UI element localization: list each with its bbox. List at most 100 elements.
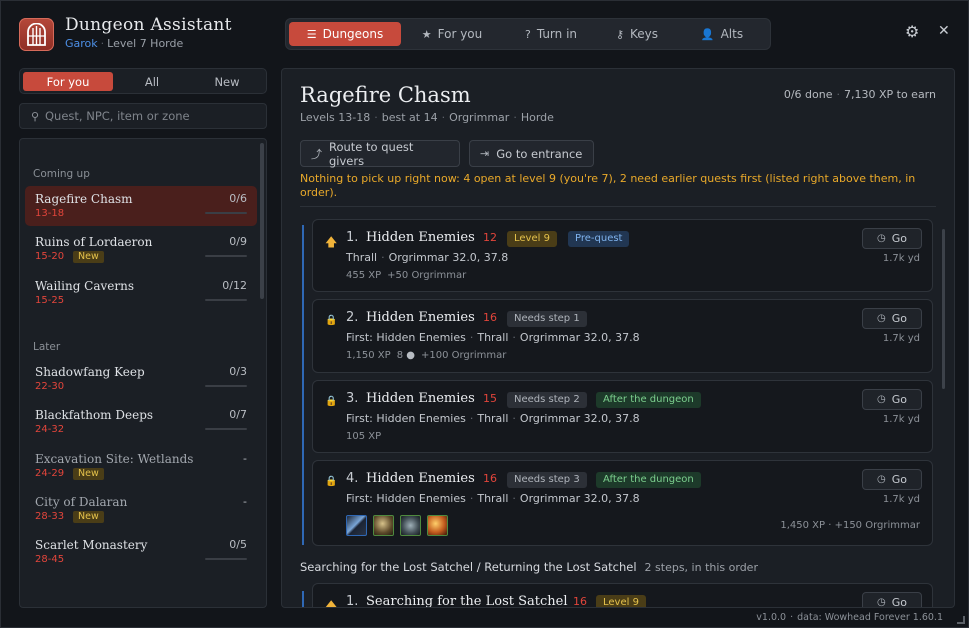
clock-icon: ◷ xyxy=(877,313,886,324)
arrow-up-icon: 🡅 xyxy=(325,235,338,249)
level-tag: Level 9 xyxy=(596,595,646,607)
dungeon-range: 15-20 xyxy=(35,251,65,262)
search-icon: ⚲ xyxy=(31,110,40,123)
dungeon-list: Coming up Ragefire Chasm 13-18 0/6 Ruins… xyxy=(19,138,267,608)
step-number: 3. xyxy=(346,391,359,406)
clock-icon: ◷ xyxy=(877,394,886,405)
dungeon-count: - xyxy=(243,452,247,465)
page-title: Ragefire Chasm xyxy=(300,83,471,107)
sword-icon[interactable] xyxy=(346,515,367,536)
quest-name[interactable]: Hidden Enemies xyxy=(366,391,475,406)
dungeon-item[interactable]: City of Dalaran 28-33 New - xyxy=(25,489,257,529)
beast-mount-icon[interactable] xyxy=(373,515,394,536)
dungeon-range: 15-25 xyxy=(35,295,65,306)
dungeon-gate-icon xyxy=(19,18,54,51)
dungeon-name: Excavation Site: Wetlands xyxy=(35,452,194,466)
dungeon-meta: Levels 13-18 · best at 14 · Orgrimmar · Horde xyxy=(300,111,554,124)
clock-icon: ◷ xyxy=(877,474,886,485)
dungeon-count: 0/12 xyxy=(222,279,247,292)
chain-heading: Searching for the Lost Satchel / Returni… xyxy=(300,560,758,574)
flame-staff-icon[interactable] xyxy=(427,515,448,536)
wolf-icon[interactable] xyxy=(400,515,421,536)
distance: 1.7k yd xyxy=(882,333,920,344)
dungeon-stats: 0/6 done · 7,130 XP to earn xyxy=(783,88,936,101)
tab-alts[interactable]: 👤 Alts xyxy=(690,22,754,46)
quest-step[interactable]: 🡅 1. Hidden Enemies 12 Level 9 Pre-quest… xyxy=(312,219,933,292)
quest-name[interactable]: Hidden Enemies xyxy=(366,310,475,325)
quest-name[interactable]: Searching for the Lost Satchel xyxy=(366,594,567,607)
quest-step[interactable]: 🔒 4. Hidden Enemies 16 Needs step 3 Afte… xyxy=(312,460,933,546)
app-window: Dungeon Assistant Garok · Level 7 Horde ☰ D… xyxy=(0,0,969,628)
star-icon: ★ xyxy=(421,27,432,41)
quest-level: 16 xyxy=(483,311,497,324)
character-info: Garok · Level 7 Horde xyxy=(65,37,184,50)
route-button[interactable]: ⤴ Route to quest givers xyxy=(300,140,460,168)
filter-for-you[interactable]: For you xyxy=(23,72,113,91)
dungeon-range: 28-45 xyxy=(35,554,65,565)
entrance-button[interactable]: ⇥ Go to entrance xyxy=(469,140,594,167)
clock-icon: ◷ xyxy=(877,233,886,244)
distance: 1.7k yd xyxy=(882,253,920,264)
dungeon-count: 0/3 xyxy=(229,365,247,378)
divider xyxy=(300,206,936,207)
new-badge: New xyxy=(73,251,104,263)
go-button[interactable]: ◷ Go xyxy=(862,389,922,410)
gear-icon[interactable]: ⚙ xyxy=(905,24,921,40)
dungeon-item[interactable]: Ruins of Lordaeron 15-20 New 0/9 xyxy=(25,229,257,269)
go-button[interactable]: ◷ Go xyxy=(862,592,922,608)
tab-dungeons[interactable]: ☰ Dungeons xyxy=(289,22,401,46)
footer: v1.0.0 · data: Wowhead Forever 1.60.1 xyxy=(756,612,943,623)
dungeon-range: 13-18 xyxy=(35,208,65,219)
dungeon-item[interactable]: Wailing Caverns 15-25 0/12 xyxy=(25,273,257,313)
detail-scrollbar[interactable] xyxy=(942,229,945,389)
distance: 1.7k yd xyxy=(882,414,920,425)
clock-icon: ◷ xyxy=(877,597,886,608)
group-heading: Coming up xyxy=(33,168,90,180)
search-box: ⚲ xyxy=(19,103,267,129)
go-button[interactable]: ◷ Go xyxy=(862,228,922,249)
app-title: Dungeon Assistant xyxy=(65,15,232,35)
dungeon-range: 24-29 xyxy=(35,468,65,479)
progress-bar xyxy=(205,255,247,257)
new-badge: New xyxy=(73,511,104,523)
go-button[interactable]: ◷ Go xyxy=(862,469,922,490)
distance: 1.7k yd xyxy=(882,494,920,505)
question-icon: ? xyxy=(524,27,531,41)
dungeon-item[interactable]: Shadowfang Keep 22-30 0/3 xyxy=(25,359,257,399)
lock-icon: 🔒 xyxy=(325,476,338,487)
filter-new[interactable]: New xyxy=(191,72,263,91)
dungeon-item[interactable]: Scarlet Monastery 28-45 0/5 xyxy=(25,532,257,572)
dungeon-name: Wailing Caverns xyxy=(35,279,135,293)
quest-name[interactable]: Hidden Enemies xyxy=(366,471,475,486)
go-button[interactable]: ◷ Go xyxy=(862,308,922,329)
resize-handle[interactable] xyxy=(957,616,965,624)
dungeon-count: 0/7 xyxy=(229,408,247,421)
quest-giver: Thrall · Orgrimmar 32.0, 37.8 xyxy=(346,251,509,264)
dungeon-item[interactable]: Excavation Site: Wetlands 24-29 New - xyxy=(25,446,257,486)
quest-step[interactable]: 🔒 2. Hidden Enemies 16 Needs step 1 Firs… xyxy=(312,299,933,373)
quest-giver: First: Hidden Enemies · Thrall · Orgrimmar 3… xyxy=(346,412,640,425)
tab-for-you[interactable]: ★ For you xyxy=(408,22,496,46)
chain-rail xyxy=(302,225,304,545)
dungeon-count: 0/5 xyxy=(229,538,247,551)
quest-step[interactable]: 🡅 1. Searching for the Lost Satchel 16 L… xyxy=(312,583,933,608)
quest-step[interactable]: 🔒 3. Hidden Enemies 15 Needs step 2 Afte… xyxy=(312,380,933,453)
main-nav: ☰ Dungeons ★ For you ? Turn in ⚷ Keys 👤 Alts xyxy=(285,18,771,50)
silver-coin-icon: ● xyxy=(406,350,415,361)
step-number: 2. xyxy=(346,310,359,325)
dungeon-item[interactable]: Blackfathom Deeps 24-32 0/7 xyxy=(25,402,257,442)
dungeon-item[interactable]: Ragefire Chasm 13-18 0/6 xyxy=(25,186,257,226)
filter-all[interactable]: All xyxy=(114,72,190,91)
quest-rewards: 1,450 XP · +150 Orgrimmar xyxy=(780,520,920,531)
quest-name[interactable]: Hidden Enemies xyxy=(366,230,475,245)
dungeon-name: City of Dalaran xyxy=(35,495,128,509)
close-icon[interactable]: ✕ xyxy=(938,23,952,39)
quest-level: 15 xyxy=(483,392,497,405)
level-tag: Level 9 xyxy=(507,231,557,247)
search-input[interactable] xyxy=(45,106,260,126)
quest-rewards: 105 XP xyxy=(346,431,382,442)
tab-turn-in[interactable]: ? Turn in xyxy=(508,22,594,46)
tab-keys[interactable]: ⚷ Keys xyxy=(604,22,670,46)
list-scrollbar[interactable] xyxy=(260,143,264,299)
character-name[interactable]: Garok xyxy=(65,37,98,50)
